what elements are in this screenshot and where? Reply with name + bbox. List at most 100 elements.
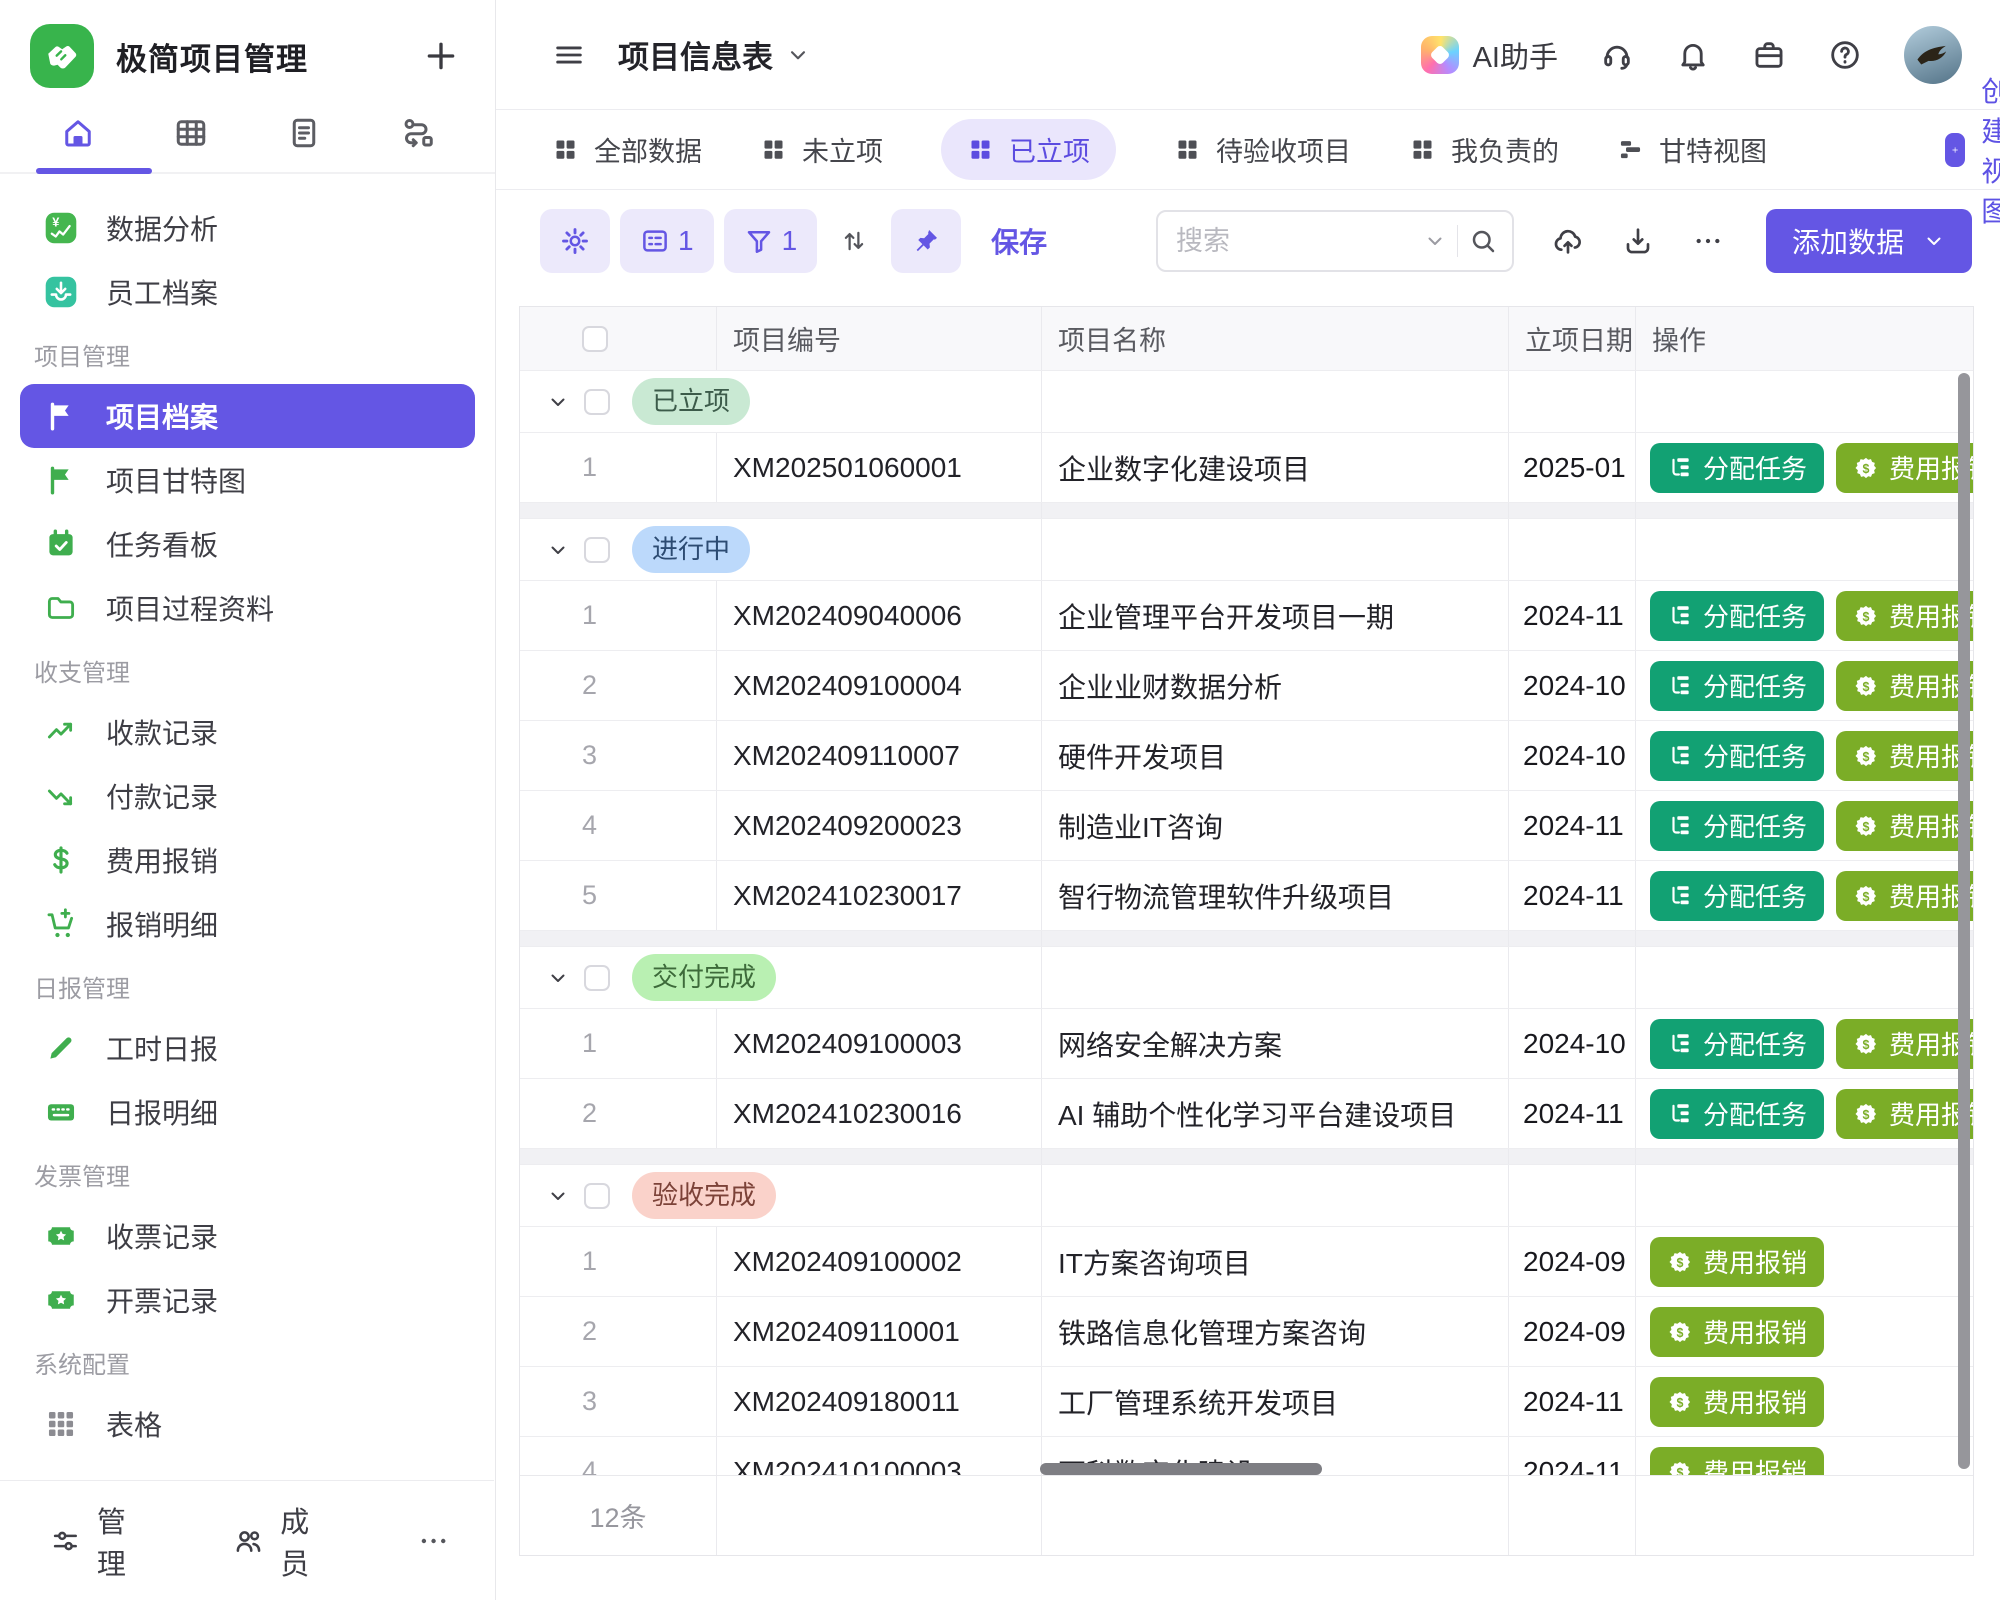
export-download-icon[interactable] — [1622, 225, 1654, 257]
sidebar-item-project-process-docs[interactable]: 项目过程资料 — [20, 576, 475, 640]
field-config-button[interactable]: 1 — [620, 209, 714, 273]
toolbar-more-icon[interactable] — [1692, 225, 1724, 257]
support-headset-icon[interactable] — [1600, 38, 1634, 72]
table-row[interactable]: 1XM202409040006企业管理平台开发项目一期2024-11分配任务$费… — [520, 581, 1973, 651]
sidebar-item-project-gantt[interactable]: 项目甘特图 — [20, 448, 475, 512]
assign-task-button[interactable]: 分配任务 — [1650, 731, 1824, 781]
expense-reimburse-button[interactable]: $费用报销 — [1836, 591, 1973, 641]
sidebar-tab-workflows[interactable] — [387, 114, 447, 152]
table-row[interactable]: 4XM202409200023制造业IT咨询2024-11分配任务$费用报销 — [520, 791, 1973, 861]
action-button-label: 分配任务 — [1703, 877, 1807, 914]
sidebar-item-employee-archive[interactable]: 员工档案 — [20, 260, 475, 324]
assign-task-button[interactable]: 分配任务 — [1650, 1019, 1824, 1069]
settings-button[interactable] — [540, 209, 610, 273]
plus-icon — [1945, 133, 1965, 167]
expense-reimburse-button[interactable]: $费用报销 — [1836, 661, 1973, 711]
expense-reimburse-button[interactable]: $费用报销 — [1650, 1307, 1824, 1357]
sidebar-tab-home[interactable] — [48, 114, 108, 152]
sidebar-item-reimbursement-details[interactable]: 报销明细 — [20, 892, 475, 956]
table-row[interactable]: 1XM202409100002IT方案咨询项目2024-09$费用报销 — [520, 1227, 1973, 1297]
group-checkbox[interactable] — [584, 537, 610, 563]
assign-task-button[interactable]: 分配任务 — [1650, 443, 1824, 493]
sidebar-item-payment-records[interactable]: 付款记录 — [20, 764, 475, 828]
sidebar-tab-tables[interactable] — [161, 114, 221, 152]
view-tab-my-projects[interactable]: 我负责的 — [1409, 130, 1559, 169]
expense-reimburse-button[interactable]: $费用报销 — [1650, 1377, 1824, 1427]
sidebar-tab-documents[interactable] — [274, 114, 334, 152]
table-row[interactable]: 2XM202409100004企业业财数据分析2024-10分配任务$费用报销 — [520, 651, 1973, 721]
more-icon[interactable] — [417, 1523, 450, 1559]
table-row[interactable]: 3XM202409110007硬件开发项目2024-10分配任务$费用报销 — [520, 721, 1973, 791]
table-row[interactable]: 1XM202501060001企业数字化建设项目2025-01分配任务$费用报销 — [520, 433, 1973, 503]
group-collapse-chevron-icon[interactable] — [546, 390, 570, 414]
members-button[interactable]: 成员 — [233, 1499, 332, 1583]
table-row[interactable]: 2XM202409110001铁路信息化管理方案咨询2024-09$费用报销 — [520, 1297, 1973, 1367]
search-icon[interactable] — [1468, 226, 1498, 256]
sidebar-item-task-board[interactable]: 任务看板 — [20, 512, 475, 576]
members-label: 成员 — [280, 1499, 333, 1583]
table-row[interactable]: 3XM202409180011工厂管理系统开发项目2024-11$费用报销 — [520, 1367, 1973, 1437]
view-tab-all-data[interactable]: 全部数据 — [552, 130, 702, 169]
group-collapse-chevron-icon[interactable] — [546, 1184, 570, 1208]
sort-button[interactable] — [827, 209, 881, 273]
assign-task-button[interactable]: 分配任务 — [1650, 1089, 1824, 1139]
sidebar-item-invoice-issued[interactable]: 开票记录 — [20, 1268, 475, 1332]
group-collapse-chevron-icon[interactable] — [546, 966, 570, 990]
filter-button[interactable]: 1 — [724, 209, 818, 273]
group-checkbox[interactable] — [584, 389, 610, 415]
sidebar-item-tables[interactable]: 表格 — [20, 1392, 475, 1456]
table-row[interactable]: 2XM202410230016AI 辅助个性化学习平台建设项目2024-11分配… — [520, 1079, 1973, 1149]
notifications-bell-icon[interactable] — [1676, 38, 1710, 72]
add-app-icon[interactable] — [421, 36, 461, 76]
expense-reimburse-button[interactable]: $费用报销 — [1836, 801, 1973, 851]
expense-reimburse-button[interactable]: $费用报销 — [1836, 731, 1973, 781]
group-checkbox[interactable] — [584, 965, 610, 991]
add-data-button[interactable]: 添加数据 — [1766, 209, 1972, 273]
sidebar-item-invoice-received[interactable]: 收票记录 — [20, 1204, 475, 1268]
assign-task-button[interactable]: 分配任务 — [1650, 871, 1824, 921]
manage-button[interactable]: 管理 — [50, 1499, 149, 1583]
sidebar-item-project-archive[interactable]: 项目档案 — [20, 384, 475, 448]
import-upload-icon[interactable] — [1552, 225, 1584, 257]
search-input[interactable] — [1176, 226, 1413, 257]
project-code-cell: XM202409110001 — [716, 1297, 1041, 1366]
assign-task-button[interactable]: 分配任务 — [1650, 661, 1824, 711]
expense-reimburse-button[interactable]: $费用报销 — [1836, 443, 1973, 493]
view-tab-started[interactable]: 已立项 — [941, 119, 1116, 180]
vertical-scrollbar[interactable] — [1958, 373, 1970, 1469]
hamburger-menu-icon[interactable] — [552, 38, 586, 72]
view-tab-gantt-view[interactable]: 甘特视图 — [1617, 130, 1767, 169]
workspace-briefcase-icon[interactable] — [1752, 38, 1786, 72]
table-row[interactable]: 5XM202410230017智行物流管理软件升级项目2024-11分配任务$费… — [520, 861, 1973, 931]
help-icon[interactable] — [1828, 38, 1862, 72]
expense-reimburse-button[interactable]: $费用报销 — [1836, 871, 1973, 921]
assign-task-button[interactable]: 分配任务 — [1650, 801, 1824, 851]
add-data-chevron-icon — [1922, 229, 1946, 253]
assign-task-button[interactable]: 分配任务 — [1650, 591, 1824, 641]
sidebar-item-daily-report-details[interactable]: 日报明细 — [20, 1080, 475, 1144]
view-tab-not-started[interactable]: 未立项 — [760, 130, 883, 169]
project-name-cell: 网络安全解决方案 — [1041, 1009, 1508, 1078]
expense-reimburse-button[interactable]: $费用报销 — [1836, 1089, 1973, 1139]
horizontal-scrollbar[interactable] — [1040, 1463, 1322, 1475]
sidebar-item-work-hour-daily[interactable]: 工时日报 — [20, 1016, 475, 1080]
pin-button[interactable] — [891, 209, 961, 273]
svg-text:$: $ — [1863, 889, 1870, 903]
search-scope-chevron-icon[interactable] — [1423, 229, 1447, 253]
sort-arrows-icon — [839, 226, 869, 256]
table-toolbar: 1 1 保存 添加数据 — [496, 190, 2000, 292]
title-chevron-down-icon[interactable] — [785, 42, 811, 68]
group-collapse-chevron-icon[interactable] — [546, 538, 570, 562]
ai-assistant-button[interactable]: AI助手 — [1421, 34, 1558, 76]
row-number-cell: 3 — [520, 721, 716, 790]
table-row[interactable]: 1XM202409100003网络安全解决方案2024-10分配任务$费用报销 — [520, 1009, 1973, 1079]
save-button[interactable]: 保存 — [991, 221, 1047, 261]
group-checkbox[interactable] — [584, 1183, 610, 1209]
sidebar-item-data-analysis[interactable]: ¥数据分析 — [20, 196, 475, 260]
view-tab-pending-acceptance[interactable]: 待验收项目 — [1174, 130, 1351, 169]
header-checkbox[interactable] — [582, 326, 608, 352]
expense-reimburse-button[interactable]: $费用报销 — [1836, 1019, 1973, 1069]
sidebar-item-expense-reimbursement[interactable]: 费用报销 — [20, 828, 475, 892]
sidebar-item-receipt-records[interactable]: 收款记录 — [20, 700, 475, 764]
expense-reimburse-button[interactable]: $费用报销 — [1650, 1237, 1824, 1287]
